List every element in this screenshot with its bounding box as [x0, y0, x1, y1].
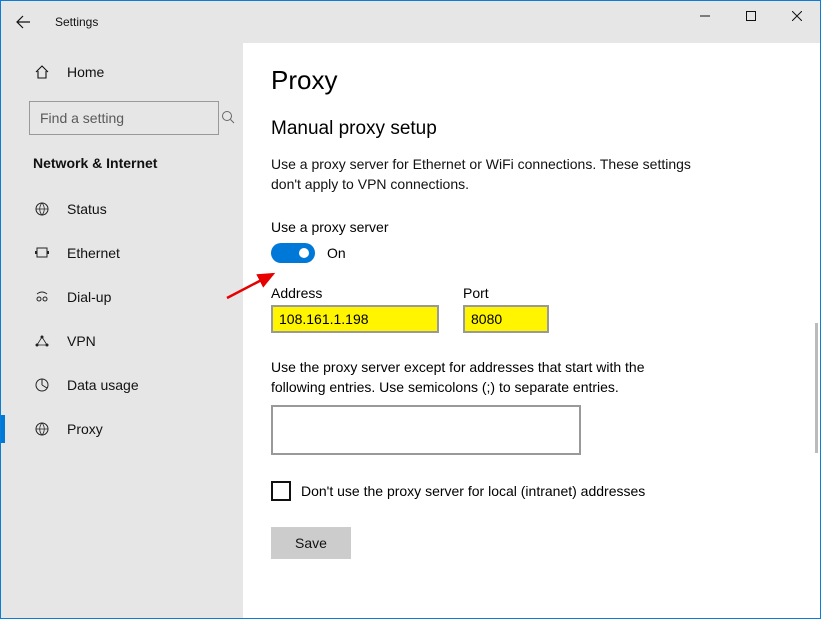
port-col: Port: [463, 285, 549, 333]
proxy-icon: [33, 421, 51, 437]
vpn-icon: [33, 333, 51, 349]
section-description: Use a proxy server for Ethernet or WiFi …: [271, 154, 701, 195]
address-col: Address: [271, 285, 439, 333]
datausage-icon: [33, 377, 51, 393]
sidebar-item-status[interactable]: Status: [1, 187, 243, 231]
sidebar-item-label: Status: [67, 201, 107, 217]
search-box[interactable]: [29, 101, 219, 135]
sidebar-item-datausage[interactable]: Data usage: [1, 363, 243, 407]
address-port-row: Address Port: [271, 285, 792, 333]
dialup-icon: [33, 289, 51, 305]
sidebar-item-label: Ethernet: [67, 245, 120, 261]
sidebar-item-label: Data usage: [67, 377, 139, 393]
status-icon: [33, 201, 51, 217]
maximize-button[interactable]: [728, 1, 774, 31]
intranet-check-row: Don't use the proxy server for local (in…: [271, 481, 792, 501]
ethernet-icon: [33, 245, 51, 261]
address-input[interactable]: [271, 305, 439, 333]
window-body: Home Network & Internet Status: [1, 43, 820, 618]
port-label: Port: [463, 285, 549, 301]
scrollbar[interactable]: [815, 323, 818, 453]
minimize-button[interactable]: [682, 1, 728, 31]
home-nav[interactable]: Home: [1, 53, 243, 91]
intranet-checkbox-label: Don't use the proxy server for local (in…: [301, 483, 645, 499]
close-button[interactable]: [774, 1, 820, 31]
back-button[interactable]: [13, 12, 33, 32]
nav-list: Status Ethernet Dial-up: [1, 187, 243, 451]
toggle-state-label: On: [327, 245, 346, 261]
search-wrap: [1, 101, 243, 135]
window-title: Settings: [55, 15, 98, 29]
search-input[interactable]: [40, 110, 221, 126]
exclusion-description: Use the proxy server except for addresse…: [271, 357, 701, 398]
intranet-checkbox[interactable]: [271, 481, 291, 501]
section-title: Manual proxy setup: [271, 118, 792, 140]
home-icon: [33, 64, 51, 80]
arrow-left-icon: [15, 14, 31, 30]
close-icon: [792, 11, 802, 21]
address-label: Address: [271, 285, 439, 301]
content-area: Proxy Manual proxy setup Use a proxy ser…: [243, 43, 820, 618]
proxy-toggle[interactable]: [271, 243, 315, 263]
home-label: Home: [67, 64, 104, 80]
sidebar-item-ethernet[interactable]: Ethernet: [1, 231, 243, 275]
sidebar-item-vpn[interactable]: VPN: [1, 319, 243, 363]
sidebar-item-label: VPN: [67, 333, 96, 349]
save-button[interactable]: Save: [271, 527, 351, 559]
window-controls: [682, 1, 820, 43]
toggle-title: Use a proxy server: [271, 219, 792, 235]
exclusion-input[interactable]: [279, 411, 573, 449]
settings-window: Settings Home: [0, 0, 821, 619]
sidebar-item-proxy[interactable]: Proxy: [1, 407, 243, 451]
page-title: Proxy: [271, 65, 792, 96]
proxy-toggle-row: On: [271, 243, 792, 263]
search-icon: [221, 110, 235, 127]
maximize-icon: [746, 11, 756, 21]
sidebar: Home Network & Internet Status: [1, 43, 243, 618]
sidebar-item-dialup[interactable]: Dial-up: [1, 275, 243, 319]
sidebar-item-label: Proxy: [67, 421, 103, 437]
port-input[interactable]: [463, 305, 549, 333]
exclusion-box: [271, 405, 581, 455]
minimize-icon: [700, 11, 710, 21]
category-header: Network & Internet: [1, 155, 243, 187]
sidebar-item-label: Dial-up: [67, 289, 111, 305]
